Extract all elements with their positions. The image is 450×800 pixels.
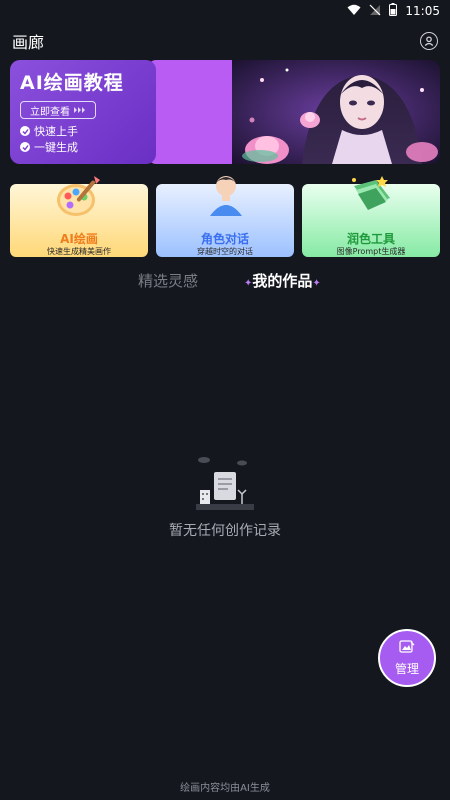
gallery-tabs: 精选灵感 ✦我的作品✦ — [0, 268, 450, 294]
card-subtitle: 图像Prompt生成器 — [336, 247, 406, 256]
play-arrows-icon — [74, 105, 86, 116]
ai-disclaimer: 绘画内容均由AI生成 — [180, 783, 270, 794]
image-edit-icon — [399, 639, 415, 657]
bullet-item: 一键生成 — [20, 139, 146, 155]
tab-my-works-label: 我的作品 — [252, 272, 313, 290]
wifi-icon — [347, 4, 361, 19]
card-subtitle: 快速生成精美画作 — [47, 247, 111, 256]
bullet-item: 快速上手 — [20, 123, 146, 139]
user-profile-icon[interactable] — [420, 32, 438, 50]
card-title: 润色工具 — [346, 232, 395, 246]
card-title: AI绘画 — [60, 232, 98, 246]
view-now-label: 立即查看 — [30, 106, 70, 118]
character-avatar-icon — [200, 172, 252, 222]
sparkle-icon: ✦ — [312, 278, 321, 289]
status-time: 11:05 — [405, 4, 440, 18]
bullet-text: 快速上手 — [34, 125, 78, 138]
palette-icon — [54, 172, 106, 222]
status-bar: 11:05 — [0, 0, 450, 22]
card-title: 角色对话 — [200, 232, 249, 246]
empty-state-message: 暂无任何创作记录 — [169, 523, 281, 539]
battery-icon — [389, 3, 398, 19]
app-header: 画廊 — [0, 26, 450, 56]
page-title: 画廊 — [12, 33, 45, 52]
banner-title: AI绘画教程 — [20, 72, 124, 94]
banner-bullets: 快速上手 一键生成 — [20, 123, 146, 155]
tab-my-works[interactable]: ✦我的作品✦ — [244, 270, 321, 291]
banner-accent-panel — [148, 60, 232, 164]
view-now-button[interactable]: 立即查看 — [20, 101, 96, 119]
feature-cards: AI绘画 快速生成精美画作 角色对话 穿越时空的对话 润色工具 图像Prompt… — [10, 176, 440, 258]
book-icon — [346, 172, 398, 222]
bullet-text: 一键生成 — [34, 141, 78, 154]
no-signal-icon — [369, 4, 381, 19]
card-polish-tool[interactable]: 润色工具 图像Prompt生成器 — [302, 176, 440, 257]
tutorial-banner[interactable]: AI绘画教程 立即查看 快速上手 一键生成 — [10, 60, 440, 164]
check-icon — [20, 142, 30, 152]
card-subtitle: 穿越时空的对话 — [197, 247, 253, 256]
banner-text-panel: AI绘画教程 立即查看 快速上手 一键生成 — [10, 60, 156, 164]
empty-state-illustration — [192, 454, 258, 512]
card-ai-painting[interactable]: AI绘画 快速生成精美画作 — [10, 176, 148, 257]
banner-illustration — [232, 60, 440, 164]
check-icon — [20, 126, 30, 136]
manage-button[interactable]: 管理 — [378, 629, 436, 687]
manage-label: 管理 — [394, 661, 419, 676]
card-role-chat[interactable]: 角色对话 穿越时空的对话 — [156, 176, 294, 257]
tab-featured-inspiration[interactable]: 精选灵感 — [138, 270, 198, 291]
